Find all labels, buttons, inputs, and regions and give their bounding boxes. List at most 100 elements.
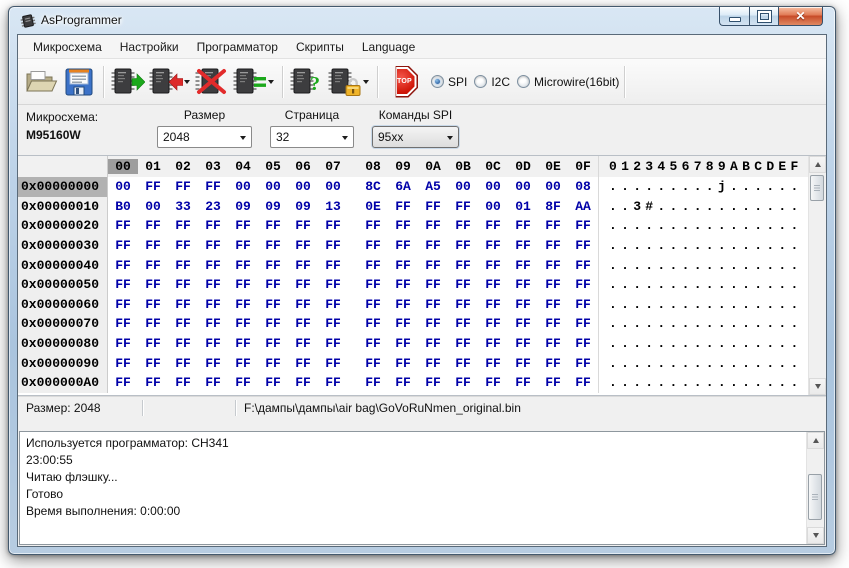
hex-byte[interactable]: 08 [568,179,598,194]
hex-byte[interactable]: FF [228,375,258,390]
maximize-button[interactable] [749,7,778,26]
radio-option-microwire-16bit-[interactable]: Microwire(16bit) [517,75,619,89]
scroll-down-icon[interactable] [809,378,826,395]
hex-byte[interactable]: FF [538,277,568,292]
open-file-button[interactable] [22,63,60,101]
hex-byte[interactable]: FF [288,297,318,312]
hex-byte[interactable]: FF [228,277,258,292]
chevron-down-icon[interactable] [235,132,251,143]
hex-byte[interactable]: FF [318,375,348,390]
hex-byte[interactable]: FF [418,199,448,214]
hex-byte[interactable]: FF [538,238,568,253]
hex-byte[interactable]: FF [138,218,168,233]
hex-byte[interactable]: FF [138,297,168,312]
menu-item-2[interactable]: Программатор [188,37,287,57]
hex-byte[interactable]: FF [198,336,228,351]
scrollbar-thumb[interactable] [810,175,824,201]
hex-byte[interactable]: FF [168,258,198,273]
hex-byte[interactable]: FF [168,336,198,351]
hex-byte[interactable]: FF [388,238,418,253]
hex-byte[interactable]: FF [358,336,388,351]
hex-byte[interactable]: FF [288,277,318,292]
hex-byte[interactable]: B0 [108,199,138,214]
hex-byte[interactable]: FF [478,356,508,371]
chevron-down-icon[interactable] [442,132,458,143]
hex-byte[interactable]: FF [418,218,448,233]
hex-byte[interactable]: FF [448,297,478,312]
hex-byte[interactable]: 8F [538,199,568,214]
menu-item-3[interactable]: Скрипты [287,37,353,57]
hex-byte[interactable]: FF [418,356,448,371]
stop-button[interactable]: STOP [383,63,421,101]
hex-byte[interactable]: FF [138,316,168,331]
hex-byte[interactable]: FF [288,258,318,273]
hex-byte[interactable]: FF [478,336,508,351]
hex-byte[interactable]: FF [108,258,138,273]
size-select[interactable]: 2048 [157,126,252,148]
hex-byte[interactable]: 00 [478,179,508,194]
hex-byte[interactable]: FF [508,375,538,390]
hex-byte[interactable]: FF [258,356,288,371]
ascii-cell[interactable]: ................ [609,336,803,351]
hex-byte[interactable]: 6A [388,179,418,194]
hex-byte[interactable]: FF [228,336,258,351]
hex-byte[interactable]: FF [228,238,258,253]
hex-byte[interactable]: FF [388,316,418,331]
hex-byte[interactable]: FF [418,258,448,273]
hex-byte[interactable]: FF [568,336,598,351]
hex-byte[interactable]: FF [418,238,448,253]
hex-byte[interactable]: FF [138,277,168,292]
dropdown-caret-icon[interactable] [265,63,277,101]
hex-byte[interactable]: FF [418,336,448,351]
ascii-cell[interactable]: ................ [609,316,803,331]
hex-byte[interactable]: FF [108,336,138,351]
hex-byte[interactable]: FF [198,179,228,194]
hex-byte[interactable]: FF [108,297,138,312]
hex-byte[interactable]: FF [228,218,258,233]
ascii-cell[interactable]: ................ [609,218,803,233]
hex-byte[interactable]: FF [168,375,198,390]
hex-byte[interactable]: FF [108,375,138,390]
hex-byte[interactable]: 00 [288,179,318,194]
hex-byte[interactable]: FF [418,375,448,390]
hex-byte[interactable]: FF [198,258,228,273]
hex-byte[interactable]: FF [358,277,388,292]
unprotect-chip-button[interactable] [326,63,364,101]
hex-byte[interactable]: FF [448,356,478,371]
log-panel[interactable]: Используется программатор: CH341 23:00:55… [19,431,825,545]
hex-byte[interactable]: FF [288,356,318,371]
radio-option-spi[interactable]: SPI [431,75,467,89]
hex-byte[interactable]: FF [258,336,288,351]
dropdown-caret-icon[interactable] [360,63,372,101]
hex-byte[interactable]: FF [228,297,258,312]
hex-byte[interactable]: FF [198,356,228,371]
page-select[interactable]: 32 [270,126,354,148]
hex-byte[interactable]: FF [168,238,198,253]
read-chip-button[interactable] [109,63,147,101]
hex-byte[interactable]: FF [228,316,258,331]
hex-byte[interactable]: FF [358,316,388,331]
hex-byte[interactable]: FF [288,316,318,331]
hex-byte[interactable]: FF [418,277,448,292]
hex-byte[interactable]: 00 [228,179,258,194]
scroll-up-icon[interactable] [809,156,826,173]
hex-byte[interactable]: FF [198,218,228,233]
hex-byte[interactable]: FF [358,258,388,273]
hex-byte[interactable]: FF [358,218,388,233]
hex-byte[interactable]: FF [448,277,478,292]
hex-byte[interactable]: FF [448,375,478,390]
hex-byte[interactable]: FF [108,316,138,331]
hex-byte[interactable]: FF [478,297,508,312]
verify-chip-button[interactable] [231,63,269,101]
hex-byte[interactable]: FF [198,277,228,292]
hex-byte[interactable]: FF [568,297,598,312]
hex-byte[interactable]: 0E [358,199,388,214]
hex-byte[interactable]: FF [418,316,448,331]
hex-byte[interactable]: 8C [358,179,388,194]
menu-item-0[interactable]: Микросхема [24,37,111,57]
hex-byte[interactable]: 33 [168,199,198,214]
scroll-up-icon[interactable] [807,432,824,449]
hex-byte[interactable]: FF [168,297,198,312]
hex-byte[interactable]: FF [258,375,288,390]
hex-byte[interactable]: FF [448,316,478,331]
